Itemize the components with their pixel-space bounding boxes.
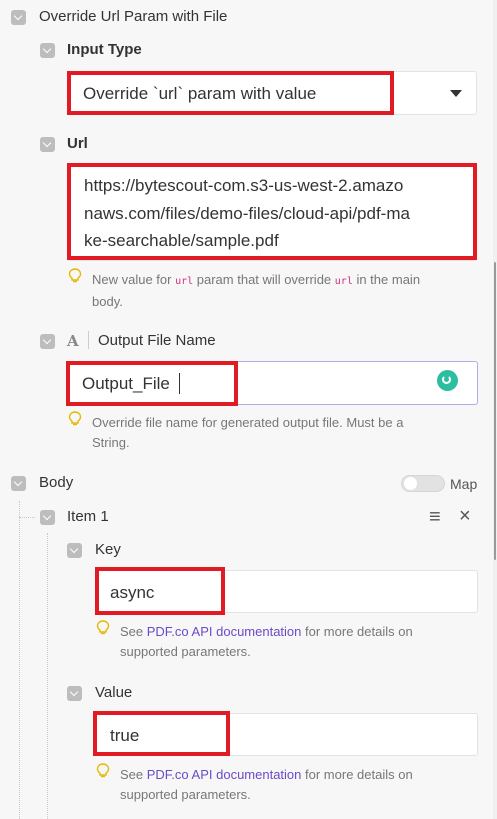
close-icon[interactable]: × [459,505,471,528]
value-label: Value [95,684,133,701]
url-help-line-2: body. [92,294,123,309]
output-file-help-line-1: Override file name for generated output … [92,415,404,430]
url-help-mid: param that will override [193,272,335,287]
lightbulb-icon [96,620,110,635]
lightbulb-icon [68,268,82,283]
input-type-label: Input Type [67,41,142,58]
value-help-line-2: supported parameters. [120,787,251,802]
value-help-post: for more details on [301,767,413,782]
override-section-toggle-checkbox[interactable] [11,10,26,25]
chevron-down-icon[interactable] [450,90,462,97]
item-1-label: Item 1 [67,508,109,525]
url-help-code-1: url [175,276,194,287]
output-file-checkbox[interactable] [40,334,55,349]
url-help-prefix: New value for [92,272,176,287]
output-file-highlight [66,361,238,406]
map-toggle[interactable] [401,475,445,492]
output-file-help-text: Override file name for generated output … [92,413,472,453]
key-checkbox[interactable] [67,543,82,558]
override-section-title: Override Url Param with File [39,8,228,25]
url-help-suffix: in the main [352,272,421,287]
value-checkbox[interactable] [67,686,82,701]
label-separator [88,331,89,349]
value-help-pre: See [120,767,147,782]
input-type-highlight [67,71,394,115]
scrollbar-track[interactable] [493,0,497,819]
text-type-icon: A [67,332,79,350]
key-help-line-2: supported parameters. [120,644,251,659]
key-help-text: See PDF.co API documentation for more de… [120,622,480,662]
key-help-post: for more details on [301,624,413,639]
key-help-doc-link[interactable]: PDF.co API documentation [147,624,302,639]
key-highlight [95,567,225,615]
output-file-help-line-2: String. [92,435,130,450]
value-help-text: See PDF.co API documentation for more de… [120,765,480,805]
map-toggle-knob [404,477,417,490]
key-label: Key [95,541,121,558]
tree-connector-vertical [19,501,20,819]
body-checkbox[interactable] [11,476,26,491]
item-connector-vertical [47,533,48,819]
item-1-checkbox[interactable] [40,510,55,525]
key-help-pre: See [120,624,147,639]
scrollbar-thumb[interactable] [494,262,496,560]
value-help-doc-link[interactable]: PDF.co API documentation [147,767,302,782]
tree-connector-horizontal [19,517,35,518]
menu-icon[interactable]: ≡ [429,506,441,529]
url-help-text: New value for url param that will overri… [92,270,472,312]
body-label: Body [39,474,74,491]
url-highlight [67,163,477,260]
input-type-checkbox[interactable] [40,43,55,58]
lightbulb-icon [68,411,82,426]
map-label: Map [450,476,478,492]
lightbulb-icon [96,763,110,778]
output-file-label: Output File Name [98,332,216,349]
url-help-code-2: url [334,276,353,287]
grammarly-icon[interactable] [437,370,458,391]
url-label: Url [67,135,88,152]
url-checkbox[interactable] [40,137,55,152]
value-highlight [93,711,230,756]
